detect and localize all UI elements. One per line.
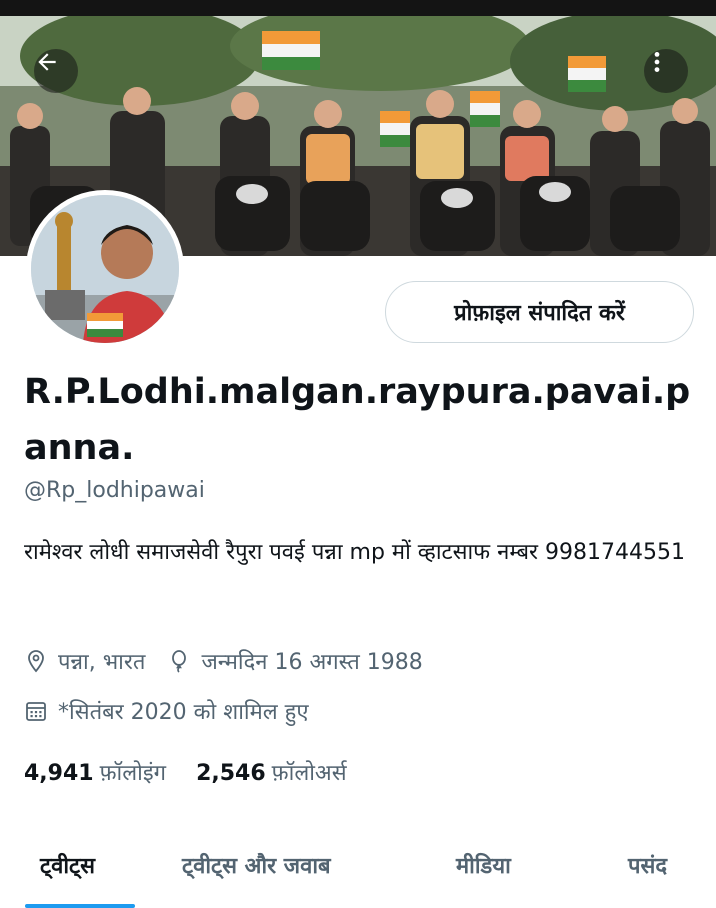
- joined-item: *सितंबर 2020 को शामिल हुए: [24, 696, 309, 726]
- active-tab-indicator: [25, 904, 135, 908]
- profile-meta-row: पन्ना, भारत जन्मदिन 16 अगस्त 1988: [24, 646, 445, 676]
- profile-handle: @Rp_lodhipawai: [24, 478, 205, 503]
- location-item: पन्ना, भारत: [24, 646, 145, 676]
- birthday-text: जन्मदिन 16 अगस्त 1988: [201, 650, 423, 675]
- profile-joined-row: *सितंबर 2020 को शामिल हुए: [24, 696, 331, 726]
- back-button[interactable]: [34, 49, 78, 93]
- joined-text: *सितंबर 2020 को शामिल हुए: [58, 700, 309, 725]
- followers-link[interactable]: 2,546 फ़ॉलोअर्स: [196, 757, 347, 787]
- location-text: पन्ना, भारत: [58, 650, 146, 675]
- profile-tabs: ट्वीट्स ट्वीट्स और जवाब मीडिया पसंद: [0, 830, 716, 908]
- following-count: 4,941: [24, 761, 94, 786]
- follow-stats: 4,941 फ़ॉलोइंग 2,546 फ़ॉलोअर्स: [24, 757, 377, 787]
- tab-tweets[interactable]: ट्वीट्स: [40, 850, 95, 880]
- arrow-left-icon: [38, 53, 56, 71]
- tab-likes[interactable]: पसंद: [628, 850, 667, 880]
- location-pin-icon: [28, 650, 44, 673]
- followers-label: फ़ॉलोअर्स: [271, 761, 347, 786]
- followers-count: 2,546: [196, 761, 266, 786]
- balloon-icon: [172, 650, 187, 673]
- tab-media[interactable]: मीडिया: [456, 850, 511, 880]
- edit-profile-button[interactable]: प्रोफ़ाइल संपादित करें: [385, 281, 694, 343]
- tab-tweets-and-replies[interactable]: ट्वीट्स और जवाब: [182, 850, 331, 880]
- more-vertical-icon: [654, 52, 660, 72]
- birthday-item: जन्मदिन 16 अगस्त 1988: [167, 646, 423, 676]
- status-bar-strip: [0, 0, 716, 16]
- more-options-button[interactable]: [644, 49, 688, 93]
- avatar-photo: [31, 195, 179, 343]
- avatar[interactable]: [26, 190, 184, 348]
- following-link[interactable]: 4,941 फ़ॉलोइंग: [24, 757, 166, 787]
- profile-display-name: R.P.Lodhi.malgan.raypura.pavai.panna.: [24, 372, 691, 468]
- calendar-icon: [26, 702, 46, 721]
- profile-bio: रामेश्वर लोधी समाजसेवी रैपुरा पवई पन्ना …: [24, 540, 686, 565]
- following-label: फ़ॉलोइंग: [99, 761, 167, 786]
